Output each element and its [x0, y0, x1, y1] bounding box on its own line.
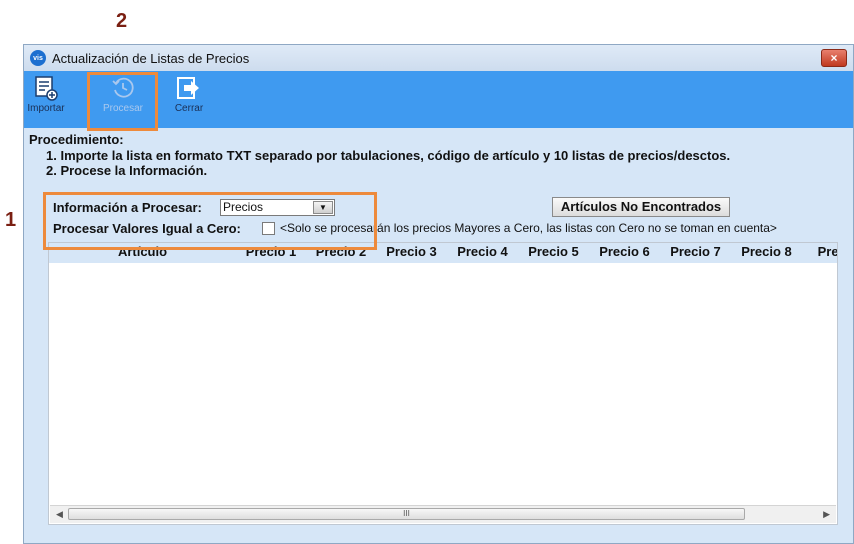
- prices-grid[interactable]: Artículo Precio 1 Precio 2 Precio 3 Prec…: [48, 242, 838, 525]
- importar-button[interactable]: Importar: [26, 75, 66, 125]
- scroll-right-icon[interactable]: ▶: [823, 509, 830, 520]
- column-header[interactable]: Precio 3: [376, 243, 447, 263]
- app-logo-icon: vis: [30, 50, 46, 66]
- column-header[interactable]: Precio 7: [660, 243, 731, 263]
- horizontal-scrollbar[interactable]: ◀ III ▶: [50, 505, 836, 523]
- articulos-no-encontrados-button[interactable]: Artículos No Encontrados: [552, 197, 730, 217]
- window-title: Actualización de Listas de Precios: [52, 50, 250, 66]
- procedure-title: Procedimiento:: [29, 132, 124, 147]
- scroll-left-icon[interactable]: ◀: [56, 509, 63, 520]
- column-header[interactable]: Precio 8: [731, 243, 802, 263]
- procedure-step-1: 1. Importe la lista en formato TXT separ…: [46, 148, 731, 163]
- callout-number-2: 2: [116, 10, 128, 32]
- cerrar-label: Cerrar: [174, 103, 204, 114]
- close-icon: ×: [830, 51, 838, 65]
- callout-number-1: 1: [5, 209, 17, 231]
- procedure-step-2: 2. Procese la Información.: [46, 163, 208, 178]
- title-bar[interactable]: vis Actualización de Listas de Precios ×: [24, 45, 853, 71]
- import-list-icon: [35, 76, 58, 101]
- column-header[interactable]: Precio 6: [589, 243, 660, 263]
- exit-arrow-icon: [177, 77, 199, 99]
- close-button[interactable]: ×: [821, 49, 847, 67]
- importar-label: Importar: [27, 103, 65, 114]
- dialog-window: vis Actualización de Listas de Precios ×…: [23, 44, 854, 544]
- column-header[interactable]: Precio 4: [447, 243, 518, 263]
- cerrar-button[interactable]: Cerrar: [167, 75, 211, 125]
- highlight-box-form-options: [43, 192, 377, 250]
- highlight-box-procesar: [87, 72, 158, 131]
- column-header[interactable]: Precio 5: [518, 243, 589, 263]
- scrollbar-thumb[interactable]: III: [68, 508, 745, 520]
- column-header[interactable]: Precio: [802, 243, 837, 263]
